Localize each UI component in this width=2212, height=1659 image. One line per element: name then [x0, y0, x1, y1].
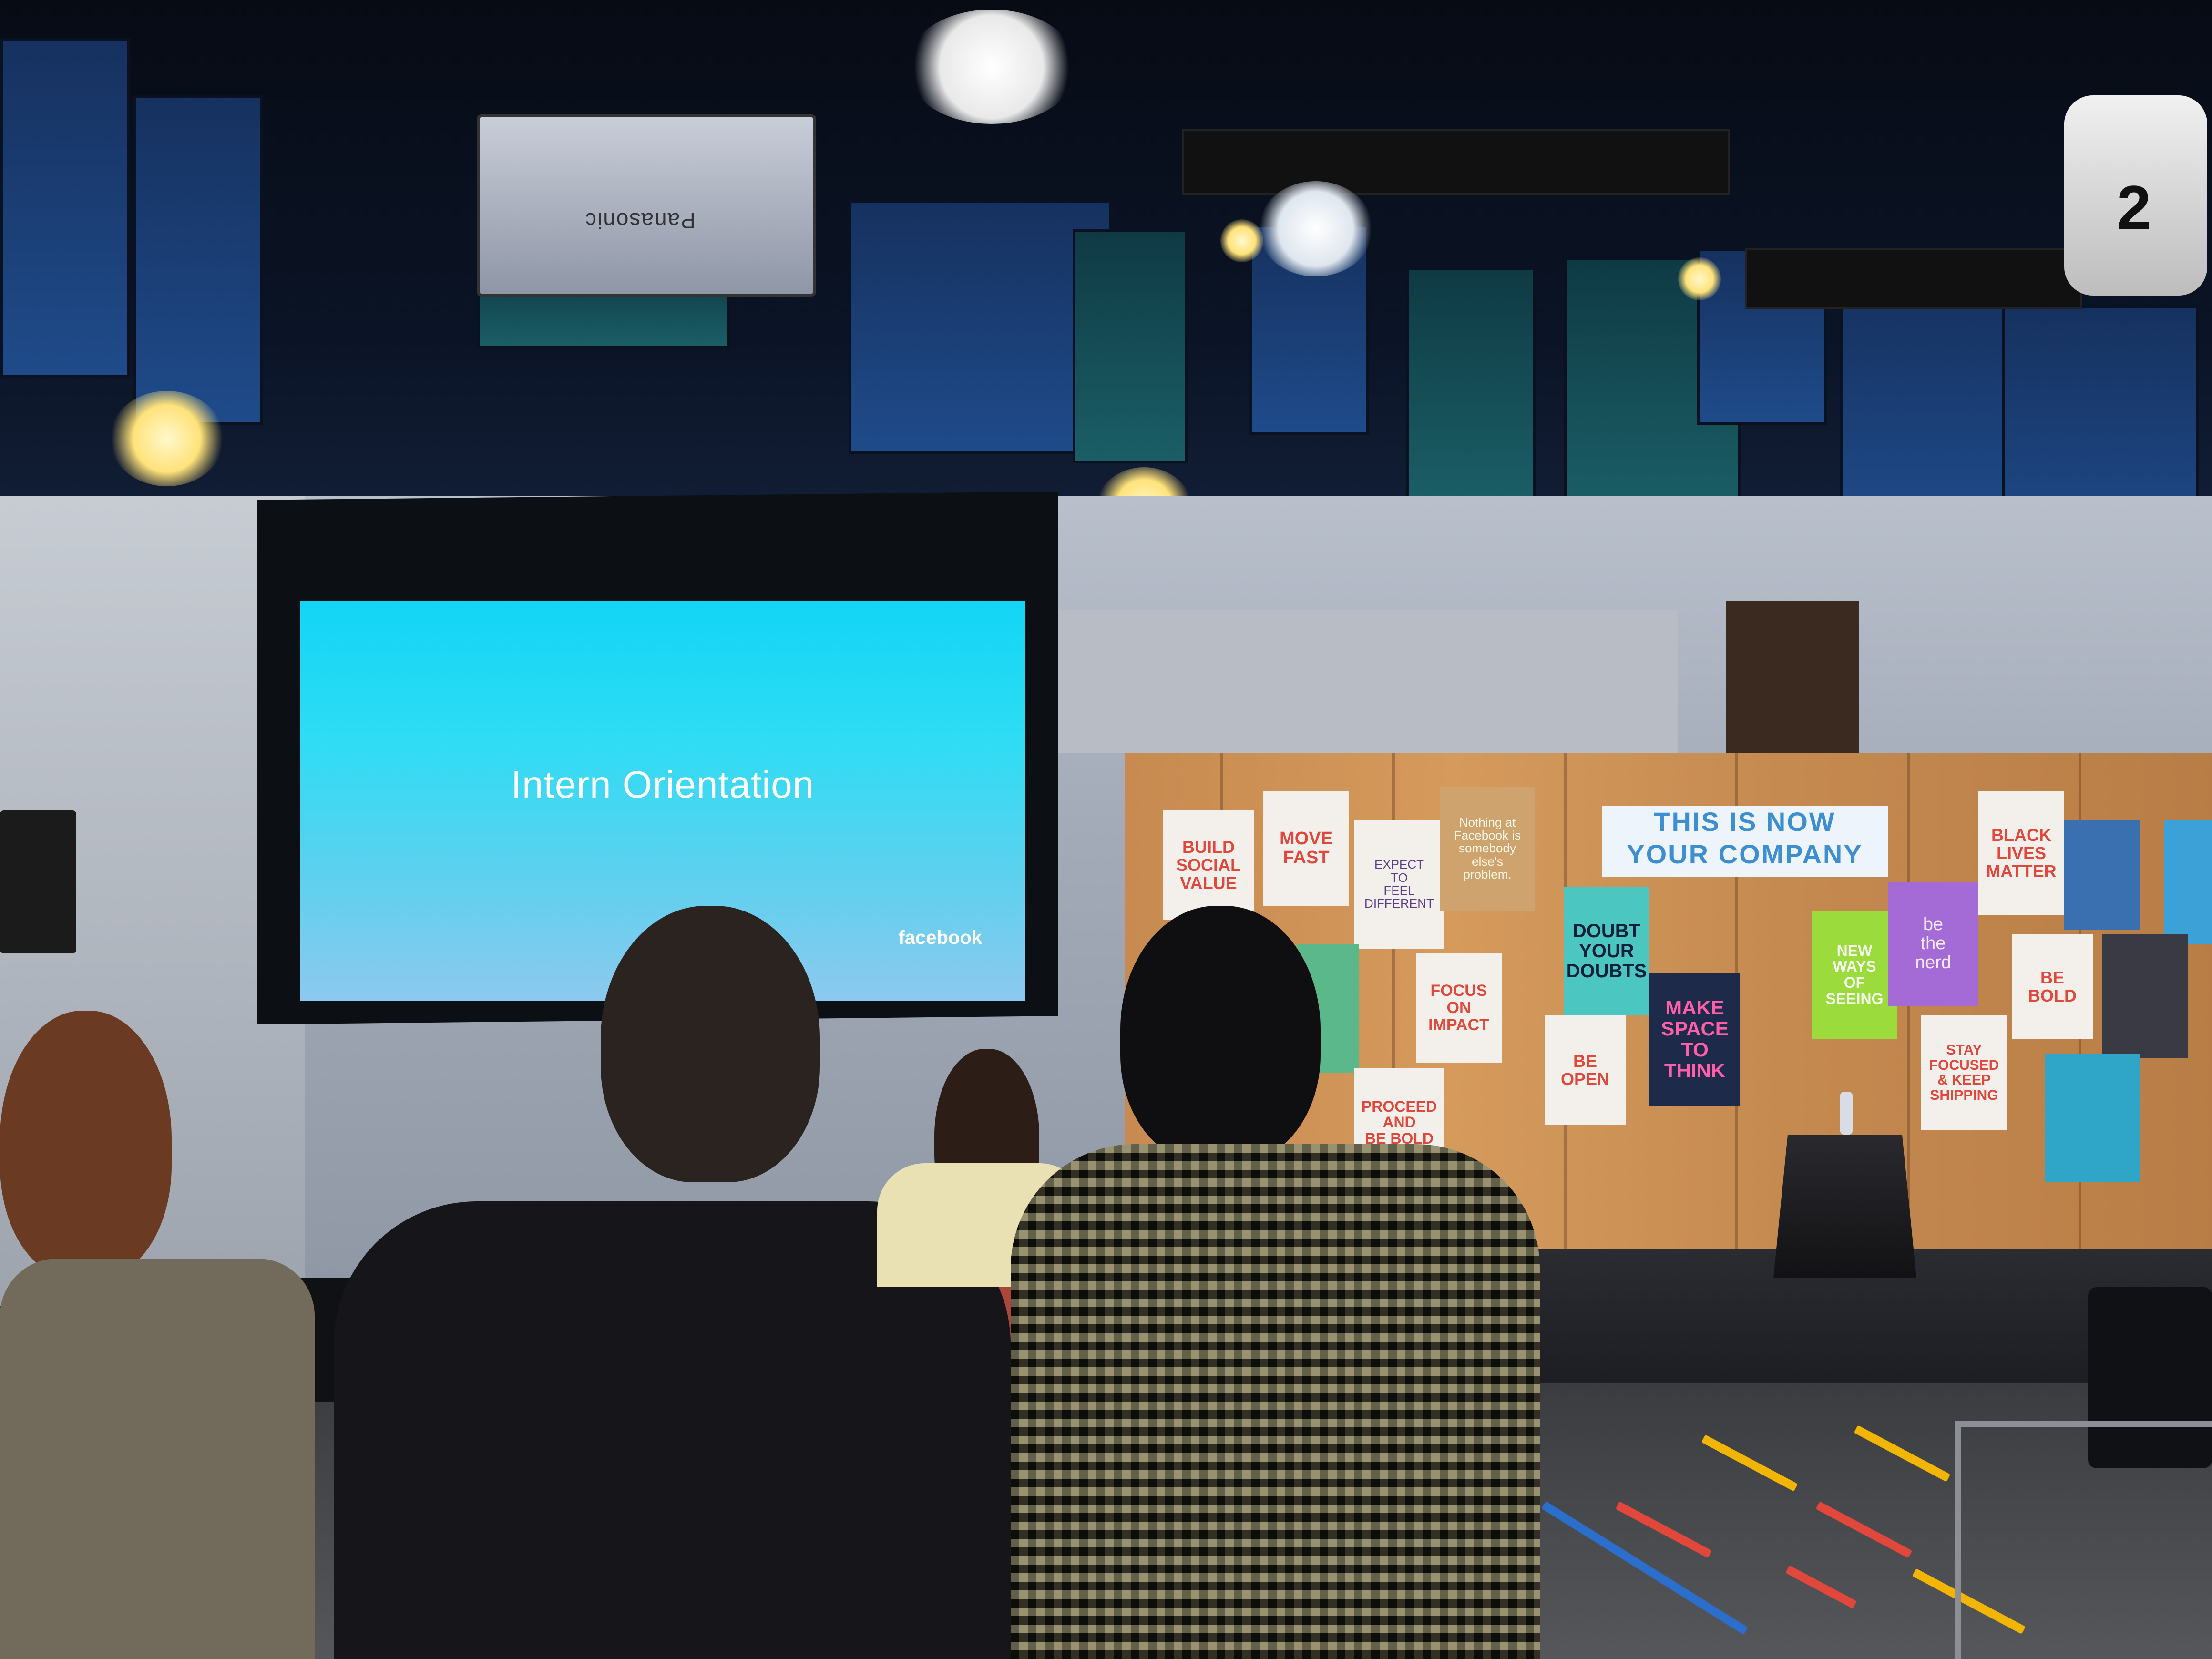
sweater: [0, 1259, 315, 1659]
poster-make-space-to-think: MAKE SPACE TO THINK: [1649, 973, 1740, 1106]
wall-panel: [1049, 610, 1678, 753]
water-bottle: [1840, 1092, 1853, 1135]
poster-be-open: BE OPEN: [1545, 1015, 1626, 1125]
poster-stay-focused: STAY FOCUSED & KEEP SHIPPING: [1921, 1015, 2007, 1130]
spot-light: [1678, 257, 1721, 300]
poster-black-lives-matter: BLACK LIVES MATTER: [1978, 791, 2064, 915]
lighting-rig: [1182, 129, 1730, 195]
poster-dark-illustration: [2102, 934, 2188, 1058]
poster-blue-illustration: [2164, 820, 2212, 944]
poster-doubt-your-doubts: DOUBT YOUR DOUBTS: [1564, 887, 1649, 1015]
camera-number-label: 2: [2117, 173, 2151, 242]
slide-title: Intern Orientation: [511, 763, 815, 806]
acoustic-baffle: [1840, 286, 2008, 530]
lighting-rig: [1745, 248, 2082, 309]
speaker: [0, 810, 76, 953]
projector: Panasonic: [477, 114, 816, 297]
ceiling-camera: 2: [2064, 95, 2207, 296]
audience-member-right: [1011, 906, 1540, 1659]
head: [1120, 906, 1321, 1163]
floor-tape: [1854, 1425, 1951, 1482]
poster-build-social-value: BUILD SOCIAL VALUE: [1163, 810, 1254, 920]
floor-tape: [1815, 1501, 1913, 1558]
floor-tape: [1785, 1565, 1857, 1609]
floor-tape: [1701, 1434, 1798, 1492]
poster-rocket-illustration: [2045, 1054, 2140, 1182]
acoustic-baffle: [0, 38, 130, 378]
banner-line-2: YOUR COMPANY: [1627, 839, 1863, 869]
spot-light: [1220, 219, 1263, 262]
chair-frame: [1955, 1421, 2212, 1659]
poster-move-fast: MOVE FAST: [1263, 791, 1349, 906]
poster-new-ways-of-seeing: NEW WAYS OF SEEING: [1812, 911, 1897, 1039]
podium: [1773, 1135, 1916, 1278]
company-banner: THIS IS NOW YOUR COMPANY: [1602, 806, 1888, 877]
audience-member-left: [0, 1011, 315, 1659]
acoustic-baffle: [1406, 267, 1536, 502]
photo-scene: Panasonic 2 Intern Orientation facebook …: [0, 0, 2212, 1659]
acoustic-baffle: [133, 95, 263, 425]
plaid-shirt: [1011, 1144, 1540, 1659]
floor-tape: [1615, 1501, 1712, 1558]
projector-brand-label: Panasonic: [584, 208, 696, 233]
spot-light: [110, 391, 224, 486]
acoustic-baffle: [1073, 229, 1188, 463]
poster-wave-illustration: [2064, 820, 2140, 930]
poster-be-bold: BE BOLD: [2012, 934, 2093, 1039]
head: [601, 906, 820, 1182]
poster-be-the-nerd: be the nerd: [1888, 882, 1978, 1006]
ceiling: Panasonic 2: [0, 0, 2212, 591]
ceiling-light: [1259, 181, 1373, 276]
banner-line-1: THIS IS NOW: [1654, 807, 1836, 837]
ceiling-light: [906, 10, 1077, 124]
poster-nothing-at-facebook: Nothing at Facebook is somebody else's p…: [1440, 787, 1535, 911]
hair: [0, 1011, 172, 1278]
